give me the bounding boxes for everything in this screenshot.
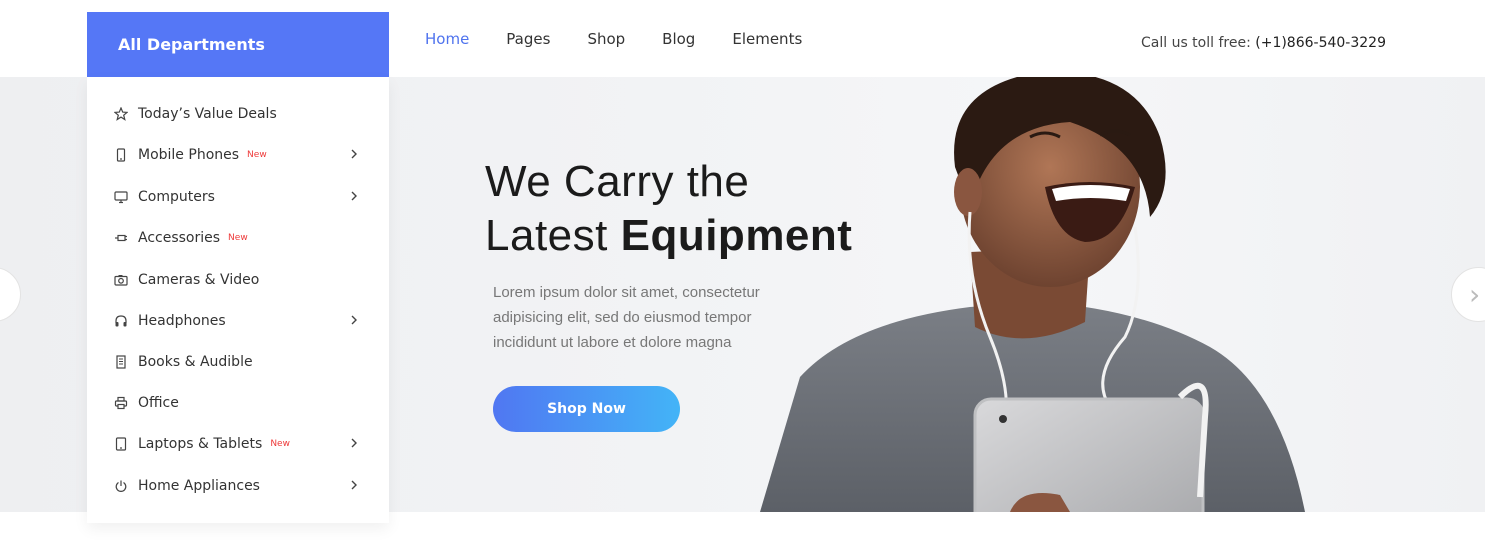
tablet-icon [113,436,129,452]
new-badge: New [270,438,290,449]
dept-item-label: Books & Audible [138,353,253,370]
dept-item-laptops-tablets[interactable]: Laptops & Tablets New [87,423,389,464]
toll-free-phone[interactable]: (+1)866-540-3229 [1255,35,1386,51]
dept-item-label: Headphones [138,312,226,329]
chevron-right-icon [351,191,357,201]
chevron-right-icon [351,149,357,159]
dept-item-books-audible[interactable]: Books & Audible [87,341,389,382]
chevron-right-icon [351,480,357,490]
dept-item-headphones[interactable]: Headphones [87,300,389,341]
dept-item-office[interactable]: Office [87,382,389,423]
hero-headline: We Carry the Latest Equipment [485,155,852,263]
nav-pages[interactable]: Pages [506,30,550,48]
nav-home[interactable]: Home [425,30,469,48]
printer-icon [113,395,129,411]
dept-item-computers[interactable]: Computers [87,176,389,217]
dept-item-label: Laptops & Tablets [138,435,263,452]
book-icon [113,354,129,370]
star-icon [113,106,129,122]
headphones-icon [113,313,129,329]
dept-item-label: Cameras & Video [138,271,260,288]
dept-item-value-deals[interactable]: Today’s Value Deals [87,93,389,134]
dept-item-label: Mobile Phones [138,146,240,163]
new-badge: New [247,149,267,160]
dept-item-label: Accessories [138,229,221,246]
toll-free-label: Call us toll free: [1140,35,1251,51]
power-icon [113,478,129,494]
main-nav: Home Pages Shop Blog Elements [425,0,839,77]
slider-prev-button[interactable] [0,267,21,322]
camera-icon [113,272,129,288]
dept-item-home-appliances[interactable]: Home Appliances [87,465,389,506]
chevron-right-icon: › [1469,278,1481,311]
new-badge: New [228,232,248,243]
toll-free-contact: Call us toll free: (+1)866-540-3229 [1141,35,1386,51]
phone-icon [113,147,129,163]
shop-now-button[interactable]: Shop Now [493,386,680,432]
dept-item-label: Computers [138,188,215,205]
hero-image [760,77,1305,512]
dept-item-mobile-phones[interactable]: Mobile Phones New [87,134,389,175]
all-departments-header[interactable]: All Departments [87,12,389,77]
hero-description: Lorem ipsum dolor sit amet, consectetur … [493,284,760,351]
hero-headline-line2-light: Latest [485,211,608,260]
plug-icon [113,230,129,246]
hero-headline-line2-bold: Equipment [620,211,853,260]
departments-menu: Today’s Value Deals Mobile Phones New Com… [87,77,389,523]
slider-next-button[interactable]: › [1451,267,1485,322]
dept-item-cameras-video[interactable]: Cameras & Video [87,259,389,300]
dept-item-label: Office [138,394,179,411]
nav-shop[interactable]: Shop [587,30,625,48]
hero-headline-line1: We Carry the [485,157,750,206]
nav-elements[interactable]: Elements [732,30,802,48]
dept-item-label: Today’s Value Deals [138,105,277,122]
nav-blog[interactable]: Blog [662,30,695,48]
chevron-right-icon [351,438,357,448]
dept-item-label: Home Appliances [138,477,260,494]
dept-item-accessories[interactable]: Accessories New [87,217,389,258]
monitor-icon [113,189,129,205]
chevron-right-icon [351,315,357,325]
